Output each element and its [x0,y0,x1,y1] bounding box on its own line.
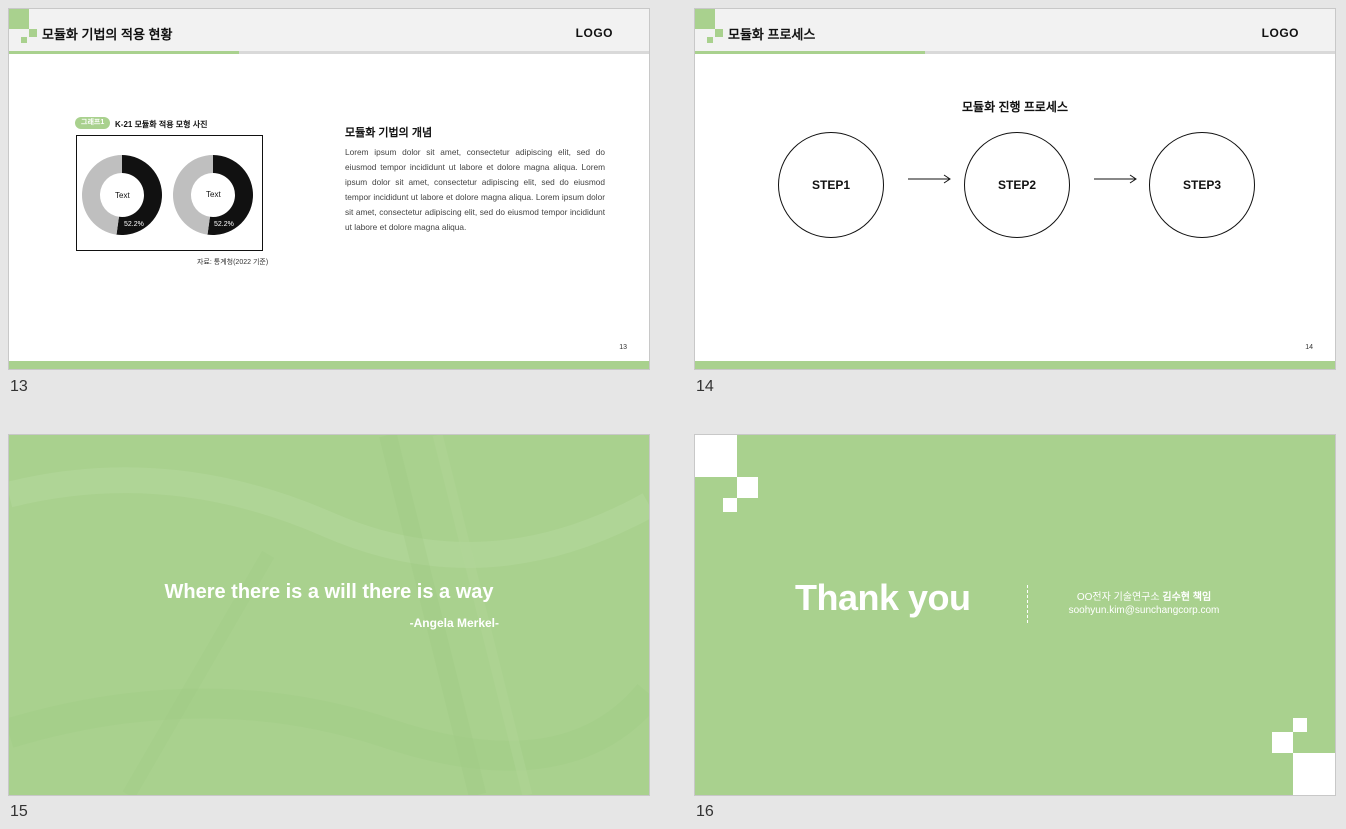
chart-source: 자료: 통계청(2022 기준) [197,259,269,266]
logo: LOGO [1261,26,1299,40]
logo: LOGO [575,26,613,40]
step-circle-1: STEP1 [778,132,884,238]
corner-square-decoration [737,477,758,498]
contact-email: soohyun.kim@sunchangcorp.com [1068,605,1220,616]
concept-title: 모듈화 기법의 개념 [345,127,433,139]
slide-number-label: 15 [10,803,28,820]
arrow-right-icon [908,174,951,184]
corner-square-decoration [1293,718,1307,732]
process-title: 모듈화 진행 프로세스 [961,100,1069,114]
slide-16[interactable]: Thank you OO전자 기술연구소 김수현 책임 soohyun.kim@… [694,434,1336,796]
slide-number-label: 16 [696,803,714,820]
chart-chip: 그래프1 [75,117,111,129]
slide-14[interactable]: 모듈화 프로세스 LOGO 모듈화 진행 프로세스 STEP1 STEP2 ST… [694,8,1336,370]
page-number: 14 [1305,344,1313,351]
header-square-decoration [29,29,37,37]
dashed-divider [1027,585,1028,623]
slide-number-label: 14 [696,378,714,395]
contact-org: OO전자 기술연구소 [1076,592,1160,603]
contact-person: 김수현 책임 [1162,592,1212,603]
chart-title: K-21 모듈화 적용 모형 사진 [115,120,208,129]
corner-square-decoration [1293,753,1335,795]
footer-bar [9,361,649,369]
corner-square-decoration [695,435,737,477]
footer-bar [695,361,1335,369]
header-square-decoration [695,9,715,29]
header-square-decoration [715,29,723,37]
header-square-decoration [9,9,29,29]
concept-body: Lorem ipsum dolor sit amet, consectetur … [345,147,605,232]
arrow-right-icon [1094,174,1137,184]
donut-value-label: 52.2% [214,221,234,228]
slide-number-label: 13 [10,378,28,395]
slide-13[interactable]: 모듈화 기법의 적용 현황 LOGO 그래프1 K-21 모듈화 적용 모형 사… [8,8,650,370]
header-accent-line [9,51,239,54]
step-circle-3: STEP3 [1149,132,1255,238]
header-square-decoration [21,37,27,43]
chart-frame: Text 52.2% Text 52.2% [76,135,263,251]
quote-text: Where there is a will there is a way [164,581,494,603]
background-texture [9,435,649,795]
slide-title: 모듈화 프로세스 [728,27,816,42]
slide-15[interactable]: Where there is a will there is a way -An… [8,434,650,796]
contact-org-person: OO전자 기술연구소 김수현 책임 [1049,588,1239,603]
corner-square-decoration [723,498,737,512]
donut-center-label: Text [115,191,130,200]
donut-center-label: Text [206,190,221,199]
donut-value-label: 52.2% [124,221,144,228]
slide-title: 모듈화 기법의 적용 현황 [42,27,173,42]
step-circle-2: STEP2 [964,132,1070,238]
header-square-decoration [707,37,713,43]
corner-square-decoration [1272,732,1293,753]
header-accent-line [695,51,925,54]
page-number: 13 [619,344,627,351]
thank-you-title: Thank you [795,577,971,618]
quote-author: -Angela Merkel- [409,616,499,630]
